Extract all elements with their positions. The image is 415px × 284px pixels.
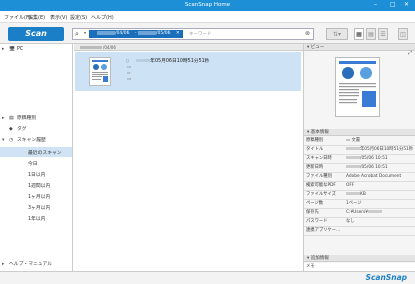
history-icon: ◷ (9, 138, 14, 143)
prop-row: ファイルサイズ KB (304, 191, 415, 201)
additional-info-label: 追加情報 (310, 256, 329, 261)
minimize-button[interactable]: – (374, 1, 377, 8)
menu-edit[interactable]: 編集(E) (28, 14, 45, 21)
group-date-redaction (80, 46, 102, 49)
menu-view[interactable]: 表示(V) (50, 14, 67, 21)
tree-item-label: タグ (17, 127, 27, 132)
view-list-button[interactable]: ☰ (378, 28, 388, 40)
document-list-pane: /04/06 ▯ 年05月06日10時51分51秒 ▭ ▱ ▭ (74, 44, 303, 271)
search-clear-icon[interactable]: ⊗ (305, 30, 310, 37)
date-redaction (137, 30, 156, 35)
tree-item-pc[interactable]: ▸ 🖥 PC (2, 47, 23, 52)
tree-item-tag[interactable]: ◆ タグ (2, 125, 27, 132)
menu-file[interactable]: ファイル(F) (4, 14, 31, 21)
prop-row: 検索可能なPDF OFF (304, 182, 415, 192)
tree-item-history[interactable]: ▾ ◷ スキャン履歴 (2, 136, 46, 143)
preview-section-header[interactable]: ▾ ビュー (304, 44, 415, 51)
tree-item-doc-type[interactable]: ▸ ▤ 原稿種別 (2, 114, 36, 121)
history-today[interactable]: 今日 (28, 160, 38, 167)
scan-button[interactable]: Scan (8, 27, 64, 41)
search-input[interactable]: キーワード (189, 31, 212, 37)
tree-item-label: スキャン履歴 (17, 138, 46, 143)
preview-image[interactable] (335, 57, 380, 117)
prop-row: 保存先 C:¥Users¥ (304, 209, 415, 219)
menu-help[interactable]: ヘルプ(H) (91, 14, 114, 21)
tree-item-label: PC (17, 47, 24, 52)
list-icon: ☰ (380, 31, 386, 38)
expand-preview-icon[interactable]: ⤢ (408, 50, 412, 56)
group-date: /04/06 (103, 45, 116, 50)
preview-label: ビュー (310, 45, 325, 50)
value-redaction (346, 147, 360, 150)
search-icon[interactable]: ⌕ (75, 30, 79, 39)
history-1year[interactable]: 1年以内 (28, 215, 45, 222)
chevron-down-icon[interactable]: ▾ (2, 138, 9, 143)
toolbar: Scan ⌕ ▾ /04/06 - /05/06 ✕ キーワード ⊗ ⇅▾ ▦ … (0, 23, 415, 44)
menu-settings[interactable]: 設定(S) (70, 14, 87, 21)
help-manual-label: ヘルプ・マニュアル (9, 262, 53, 267)
menu-bar: ファイル(F) 編集(E) 表示(V) 設定(S) ヘルプ(H) (0, 11, 415, 23)
title-bar: ScanSnap Home – □ ✕ (0, 0, 415, 11)
prop-row: 連携アプリケー... (304, 227, 415, 237)
status-bar: ScanSnap (0, 271, 415, 284)
history-3months[interactable]: 3ヶ月以内 (28, 204, 50, 211)
value-redaction (346, 165, 360, 168)
date-redaction (97, 30, 115, 35)
close-button[interactable]: ✕ (404, 1, 409, 8)
value-redaction (346, 156, 360, 159)
prop-row: タイトル 年05月06日10時51分51秒 (304, 146, 415, 156)
prop-row: ページ数 1ページ (304, 200, 415, 210)
additional-info-section-header[interactable]: ▾ 追加情報 (304, 255, 415, 262)
search-box[interactable]: ⌕ ▾ /04/06 - /05/06 ✕ キーワード ⊗ (72, 28, 314, 40)
document-thumbnail[interactable] (89, 57, 111, 86)
date-from: /04/06 (115, 31, 130, 36)
details-pane: ▾ ビュー ⤢ ▾ 基本情報 原稿種別 ▭ 文書 タイトル 年05月06日10時51… (303, 44, 415, 273)
prop-row: パスワード なし (304, 218, 415, 228)
group-header: /04/06 (74, 44, 303, 51)
history-recent[interactable]: 最近のスキャン (28, 149, 62, 156)
document-card[interactable]: ▯ 年05月06日10時51分51秒 ▭ ▱ ▭ (75, 52, 301, 91)
prop-row: 更新日時/05/06 10:51 (304, 164, 415, 174)
tree-item-label: 原稿種別 (17, 116, 37, 121)
history-1month[interactable]: 1ヶ月以内 (28, 193, 50, 200)
prop-row: 原稿種別 ▭ 文書 (304, 137, 415, 147)
document-title: 年05月06日10時51分51秒 (150, 59, 210, 64)
tag-icon: ◆ (9, 127, 13, 132)
chevron-right-icon[interactable]: ▸ (2, 116, 9, 121)
prop-row: ファイル種別 Adobe Acrobat Document (304, 173, 415, 183)
left-navigation-pane: ▸ 🖥 PC ▸ ▤ 原稿種別 ◆ タグ ▾ ◷ スキャン履歴 最近のスキャン 今日 1日以内… (0, 44, 73, 271)
basic-info-label: 基本情報 (310, 130, 329, 135)
help-manual-item[interactable]: ▸ ヘルプ・マニュアル (2, 260, 52, 267)
history-1week[interactable]: 1週間以内 (28, 182, 50, 189)
chevron-right-icon[interactable]: ▸ (2, 262, 9, 267)
date-to: /05/06 (155, 31, 171, 36)
maximize-button[interactable]: □ (390, 1, 396, 8)
folder-icon: ▤ (9, 116, 14, 121)
grid-large-icon: ▦ (356, 31, 362, 38)
basic-info-section-header[interactable]: ▾ 基本情報 (304, 129, 415, 136)
date-chip-close-icon[interactable]: ✕ (176, 31, 180, 36)
value-redaction (367, 210, 382, 213)
date-separator: - (134, 31, 137, 36)
sort-button[interactable]: ⇅▾ (326, 28, 348, 40)
prop-row: スキャン日時/05/06 10:51 (304, 155, 415, 165)
search-dropdown-icon[interactable]: ▾ (84, 30, 86, 35)
view-large-button[interactable]: ▦ (354, 28, 364, 40)
sort-icon: ⇅▾ (332, 31, 342, 38)
history-1day[interactable]: 1日以内 (28, 171, 45, 178)
app-icon: ▭ (127, 77, 132, 82)
pdf-file-icon: ▯ (126, 59, 129, 64)
computer-icon: 🖥 (9, 47, 16, 52)
window-title: ScanSnap Home (184, 2, 231, 8)
title-redaction (136, 59, 151, 62)
panel-icon: ◫ (400, 31, 406, 38)
chevron-right-icon[interactable]: ▸ (2, 47, 9, 52)
grid-small-icon: ▤ (368, 31, 374, 38)
date-filter-chip[interactable]: /04/06 - /05/06 ✕ (89, 30, 183, 38)
card-status-icons: ▭ ▱ ▭ (127, 65, 131, 83)
toggle-preview-button[interactable]: ◫ (398, 28, 408, 40)
view-small-button[interactable]: ▤ (366, 28, 376, 40)
value-redaction (346, 192, 360, 195)
brand-logo: ScanSnap (365, 273, 407, 282)
